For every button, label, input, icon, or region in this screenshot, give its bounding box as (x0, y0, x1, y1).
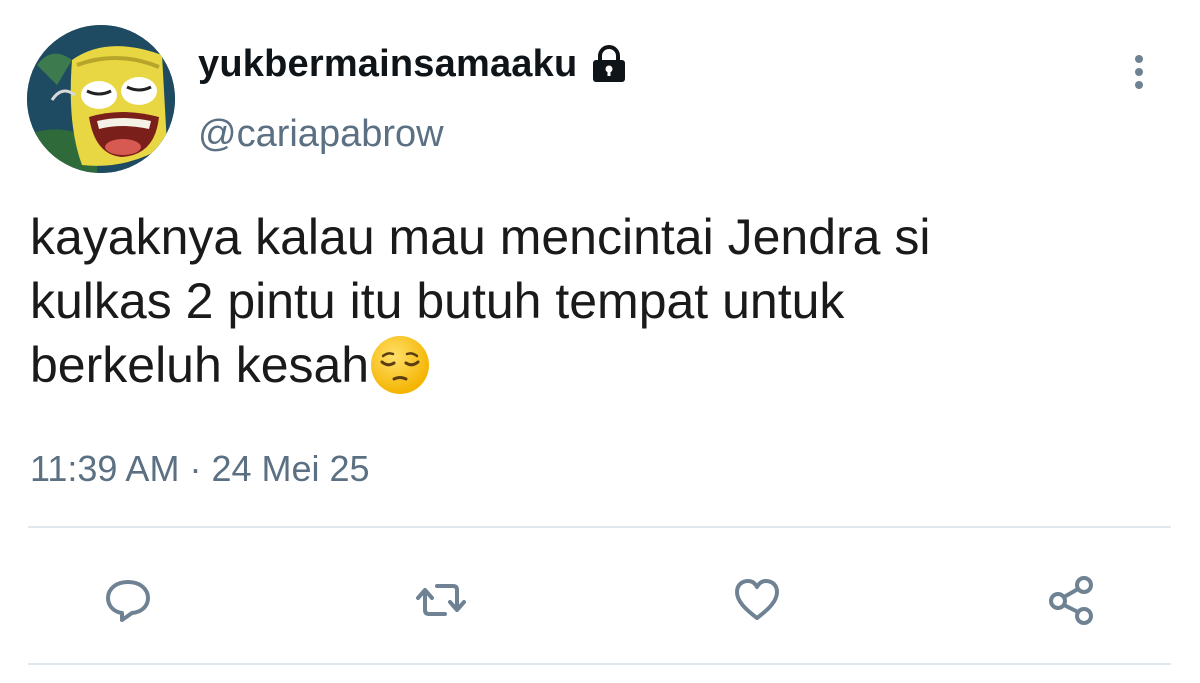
handle[interactable]: @cariapabrow (198, 113, 444, 156)
tweet-date: 24 Mei 25 (211, 448, 370, 489)
reply-button[interactable] (100, 572, 156, 628)
tweet-timestamp[interactable]: 11:39 AM · 24 Mei 25 (30, 448, 370, 490)
divider (28, 526, 1171, 528)
like-icon (735, 579, 779, 620)
pensive-face-emoji-icon (369, 334, 431, 396)
name-row: yukbermainsamaaku (198, 42, 631, 86)
display-name[interactable]: yukbermainsamaaku (198, 43, 577, 86)
tweet-text: kayaknya kalau mau mencintai Jendra si k… (30, 205, 1160, 397)
share-button[interactable] (1044, 572, 1100, 628)
tweet-time: 11:39 AM (30, 448, 180, 489)
avatar[interactable] (27, 25, 175, 173)
retweet-button[interactable] (413, 572, 469, 628)
reply-icon (106, 580, 150, 622)
divider-bottom (28, 663, 1171, 665)
retweet-icon (416, 584, 466, 616)
avatar-image (27, 25, 175, 173)
tweet-text-line-2: kulkas 2 pintu itu butuh tempat untuk (30, 273, 845, 329)
like-button[interactable] (729, 572, 785, 628)
lock-icon (587, 42, 631, 86)
more-options-icon[interactable] (1124, 50, 1154, 94)
share-icon (1049, 576, 1093, 625)
tweet-text-line-3: berkeluh kesah (30, 337, 370, 393)
meta-separator: · (189, 448, 202, 489)
tweet-text-line-1: kayaknya kalau mau mencintai Jendra si (30, 209, 931, 265)
